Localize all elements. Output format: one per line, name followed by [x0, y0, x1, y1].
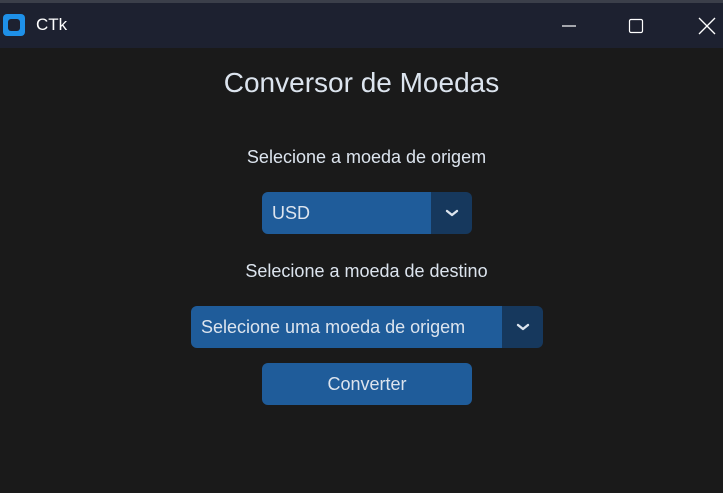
destination-currency-label: Selecione a moeda de destino	[245, 261, 488, 281]
title-bar: CTk	[0, 0, 723, 48]
ctk-app-icon	[3, 14, 25, 36]
convert-button[interactable]: Converter	[262, 363, 472, 405]
minimize-button[interactable]	[546, 3, 592, 48]
maximize-icon	[628, 18, 644, 33]
app-window: CTk Conversor de Moedas Selecione a moed…	[0, 0, 723, 493]
chevron-down-icon	[516, 323, 529, 331]
window-title: CTk	[36, 15, 68, 34]
origin-currency-dropdown-button[interactable]	[431, 192, 472, 234]
destination-currency-dropdown-button[interactable]	[502, 306, 543, 348]
origin-currency-select[interactable]: USD	[262, 192, 472, 234]
page-title: Conversor de Moedas	[223, 67, 500, 98]
chevron-down-icon	[445, 209, 458, 217]
close-icon	[698, 17, 716, 34]
close-button[interactable]	[684, 3, 723, 48]
destination-currency-value[interactable]: Selecione uma moeda de origem	[191, 306, 502, 348]
origin-currency-value[interactable]: USD	[262, 192, 431, 234]
destination-currency-select[interactable]: Selecione uma moeda de origem	[191, 306, 543, 348]
minimize-icon	[562, 24, 576, 27]
maximize-button[interactable]	[613, 3, 659, 48]
origin-currency-label: Selecione a moeda de origem	[246, 147, 487, 167]
